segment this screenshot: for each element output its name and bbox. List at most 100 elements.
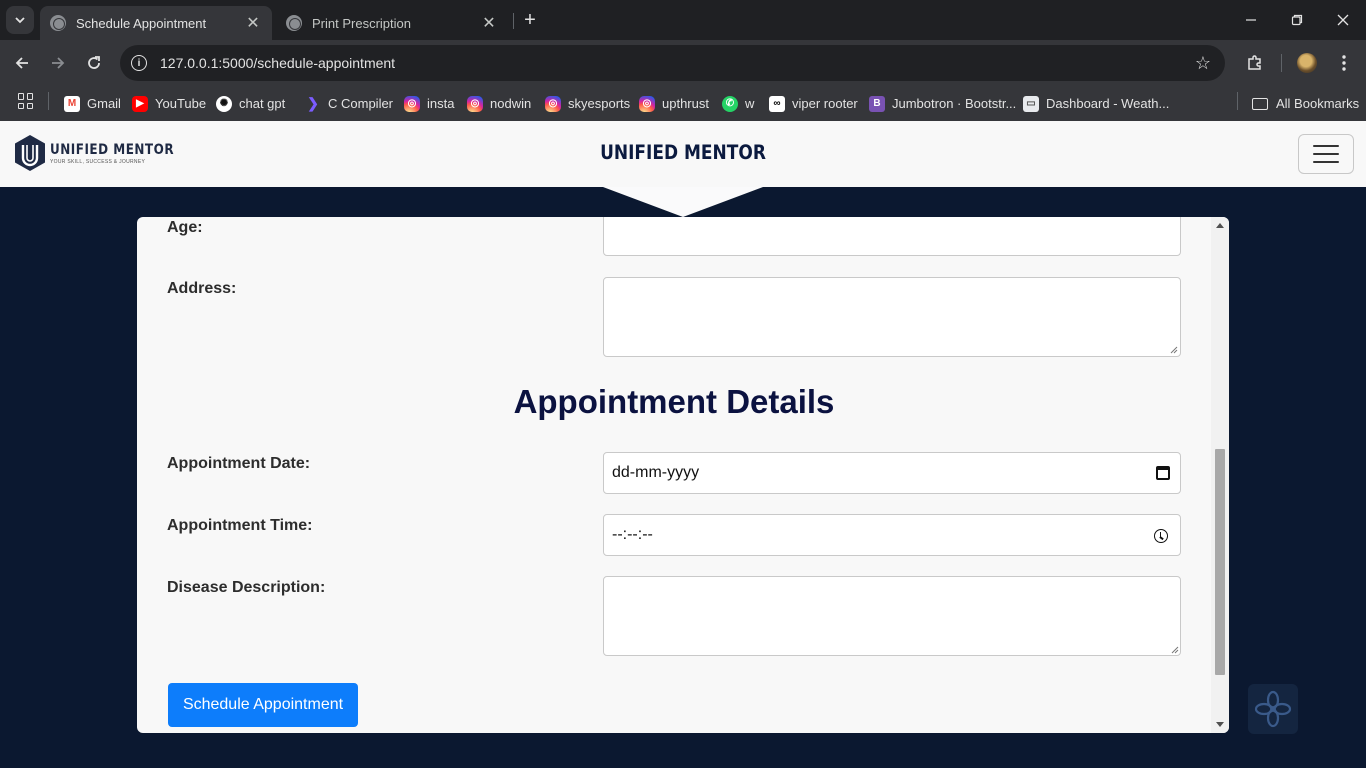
browser-toolbar: i 127.0.0.1:5000/schedule-appointment ☆ [0, 40, 1366, 86]
bookmarks-bar: M Gmail ▶ YouTube ✺ chat gpt ❯ C Compiler ◎ i… [0, 86, 1366, 121]
bookmark-upthrust[interactable]: ◎ upthrust [639, 86, 709, 121]
arrow-left-icon [15, 57, 28, 69]
close-icon [1337, 14, 1349, 26]
bookmark-insta[interactable]: ◎ insta [404, 86, 454, 121]
whatsapp-icon: ✆ [722, 95, 738, 112]
appointment-time-label: Appointment Time: [167, 517, 313, 534]
clock-icon[interactable] [1154, 529, 1168, 543]
form-scrollbar[interactable] [1211, 217, 1229, 733]
bookmark-youtube[interactable]: ▶ YouTube [132, 86, 206, 121]
bookmark-star-icon[interactable]: ☆ [1195, 53, 1211, 73]
address-url: 127.0.0.1:5000/schedule-appointment [160, 55, 396, 71]
folder-icon [1252, 97, 1268, 110]
site-navbar: UNIFIED MENTOR YOUR SKILL, SUCCESS & JOU… [0, 121, 1366, 187]
address-textarea[interactable] [603, 277, 1181, 357]
age-input[interactable] [603, 217, 1181, 256]
minimize-icon [1246, 19, 1256, 21]
viper-icon: ∞ [769, 95, 785, 112]
chatgpt-icon: ✺ [216, 95, 232, 112]
hamburger-icon [1313, 145, 1339, 147]
tab-print-prescription[interactable]: Print Prescription ✕ [276, 6, 508, 40]
bookmark-label: Dashboard - Weath... [1046, 96, 1170, 111]
bookmark-dashboard-weather[interactable]: ▭ Dashboard - Weath... [1023, 86, 1169, 121]
chevron-down-icon [15, 17, 25, 24]
apps-grid-icon[interactable] [18, 93, 34, 109]
resize-handle-icon[interactable] [1169, 644, 1179, 654]
bookmark-chat-gpt[interactable]: ✺ chat gpt [216, 86, 285, 121]
decorative-triangle [603, 187, 763, 217]
bookmark-c-compiler[interactable]: ❯ C Compiler [305, 86, 393, 121]
resize-handle-icon[interactable] [1168, 344, 1178, 354]
schedule-appointment-button[interactable]: Schedule Appointment [168, 683, 358, 727]
scroll-down-arrow-icon[interactable] [1216, 722, 1224, 727]
navbar-brand[interactable]: UNIFIED MENTOR [0, 142, 1366, 165]
appointment-time-input[interactable]: --:--:-- [603, 514, 1181, 556]
kebab-menu-icon [1342, 55, 1346, 71]
floating-assistant-button[interactable] [1248, 684, 1298, 734]
instagram-icon: ◎ [404, 95, 420, 112]
close-icon[interactable]: ✕ [244, 14, 262, 32]
all-bookmarks-label: All Bookmarks [1276, 96, 1360, 111]
new-tab-button[interactable]: + [519, 9, 541, 31]
close-icon[interactable]: ✕ [480, 14, 498, 32]
bookmark-label: nodwin [490, 96, 532, 111]
youtube-icon: ▶ [132, 95, 148, 112]
instagram-icon: ◎ [545, 95, 561, 112]
tab-title: Print Prescription [312, 15, 411, 31]
bookmark-label: Gmail [87, 96, 121, 111]
bookmark-viper-rooter[interactable]: ∞ viper rooter [769, 86, 858, 121]
instagram-icon: ◎ [639, 95, 655, 112]
scrollbar-thumb[interactable] [1215, 449, 1225, 675]
instagram-icon: ◎ [467, 95, 483, 112]
scroll-up-arrow-icon[interactable] [1216, 223, 1224, 228]
bookmark-label: Jumbotron · Bootstr... [892, 96, 1017, 111]
tab-search-button[interactable] [6, 6, 34, 34]
restore-button[interactable] [1274, 0, 1320, 40]
bookmark-label: insta [427, 96, 455, 111]
tab-divider [513, 13, 514, 29]
bookmarks-divider [48, 92, 49, 110]
address-label: Address: [167, 280, 237, 297]
puzzle-icon [1248, 55, 1261, 70]
bookmark-label: upthrust [662, 96, 709, 111]
forward-button[interactable] [44, 49, 72, 77]
toolbar-divider [1281, 54, 1282, 72]
address-bar[interactable]: i 127.0.0.1:5000/schedule-appointment ☆ [120, 45, 1225, 81]
site-info-icon[interactable]: i [131, 55, 147, 71]
age-label: Age: [167, 219, 203, 236]
bookmark-skyesports[interactable]: ◎ skyesports [545, 86, 630, 121]
bookmark-label: C Compiler [328, 96, 394, 111]
bookmark-label: w [745, 96, 755, 111]
appointment-form-card: Age: Address: Appointment Details Appoin… [137, 217, 1229, 733]
appointment-date-label: Appointment Date: [167, 455, 311, 472]
disease-description-textarea[interactable] [603, 576, 1181, 656]
flower-icon [1254, 690, 1292, 728]
reload-icon [88, 56, 100, 69]
globe-icon [50, 15, 66, 31]
bookmark-gmail[interactable]: M Gmail [64, 86, 121, 121]
gmail-icon: M [64, 95, 80, 112]
bookmarks-divider [1237, 92, 1238, 110]
bookmark-jumbotron[interactable]: B Jumbotron · Bootstr... [869, 86, 1016, 121]
close-window-button[interactable] [1320, 0, 1366, 40]
navbar-toggle-button[interactable] [1298, 134, 1354, 174]
all-bookmarks-button[interactable]: All Bookmarks [1252, 86, 1359, 121]
extensions-button[interactable] [1241, 49, 1269, 77]
bookmark-label: viper rooter [792, 96, 858, 111]
disease-description-label: Disease Description: [167, 579, 326, 596]
calendar-icon[interactable] [1156, 466, 1170, 480]
profile-avatar[interactable] [1297, 53, 1317, 73]
appointment-date-input[interactable]: dd-mm-yyyy [603, 452, 1181, 494]
bookmark-label: YouTube [155, 96, 207, 111]
bookmark-label: skyesports [568, 96, 631, 111]
date-placeholder: dd-mm-yyyy [612, 464, 700, 481]
tab-schedule-appointment[interactable]: Schedule Appointment ✕ [40, 6, 272, 40]
minimize-button[interactable] [1228, 0, 1274, 40]
globe-icon [286, 15, 302, 31]
bookmark-nodwin[interactable]: ◎ nodwin [467, 86, 531, 121]
dashboard-icon: ▭ [1023, 95, 1039, 112]
reload-button[interactable] [80, 49, 108, 77]
back-button[interactable] [8, 49, 36, 77]
bookmark-w[interactable]: ✆ w [722, 86, 754, 121]
menu-button[interactable] [1330, 49, 1358, 77]
